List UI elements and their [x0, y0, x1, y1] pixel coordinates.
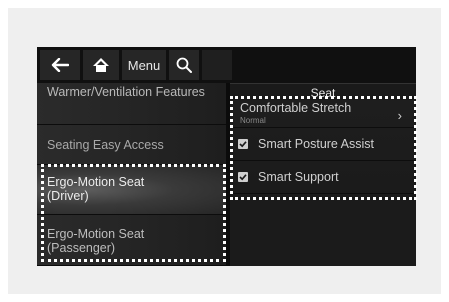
checkbox[interactable] — [238, 172, 248, 182]
option-label: Smart Support — [258, 170, 339, 184]
search-icon — [176, 57, 192, 73]
back-button[interactable] — [40, 50, 80, 80]
chevron-right-icon: › — [397, 108, 402, 123]
smart-posture-assist-row[interactable]: Smart Posture Assist — [230, 128, 416, 161]
checkmark-icon — [239, 141, 247, 148]
menu-label: Menu — [127, 57, 161, 73]
topbar-empty-slot — [202, 50, 232, 80]
seat-menu-list: Warmer/Ventilation Features Seating Easy… — [37, 83, 226, 266]
smart-support-row[interactable]: Smart Support — [230, 161, 416, 194]
top-bar: Menu — [37, 47, 416, 83]
list-item-label: Warmer/Ventilation Features — [47, 85, 205, 99]
home-icon — [93, 58, 109, 72]
checkbox[interactable] — [238, 139, 248, 149]
infotainment-screen: Menu Seat Warmer/Ventilation Features Se… — [37, 47, 416, 266]
list-item-label: Seating Easy Access — [47, 137, 164, 152]
list-item-label: Ergo-Motion Seat (Passenger) — [47, 227, 145, 255]
list-item-seating-easy-access[interactable]: Seating Easy Access — [37, 125, 226, 165]
comfortable-stretch-row[interactable]: Comfortable Stretch Normal › — [230, 100, 416, 128]
option-label: Smart Posture Assist — [258, 137, 375, 151]
menu-button[interactable]: Menu — [122, 50, 166, 80]
seat-options-panel: Comfortable Stretch Normal › Smart Postu… — [230, 100, 416, 266]
option-label: Comfortable Stretch — [240, 101, 352, 115]
list-item-ergo-motion-passenger[interactable]: Ergo-Motion Seat (Passenger) — [37, 215, 226, 266]
page-title: Seat — [230, 83, 416, 101]
list-item-warmer-ventilation[interactable]: Warmer/Ventilation Features — [37, 83, 226, 125]
back-arrow-icon — [51, 58, 69, 72]
checkmark-icon — [239, 174, 247, 181]
list-item-ergo-motion-driver[interactable]: Ergo-Motion Seat (Driver) — [37, 165, 226, 215]
empty-panel-area — [230, 194, 416, 266]
home-button[interactable] — [83, 50, 119, 80]
option-value: Normal — [240, 116, 266, 125]
search-button[interactable] — [169, 50, 199, 80]
list-item-label: Ergo-Motion Seat (Driver) — [47, 175, 145, 203]
